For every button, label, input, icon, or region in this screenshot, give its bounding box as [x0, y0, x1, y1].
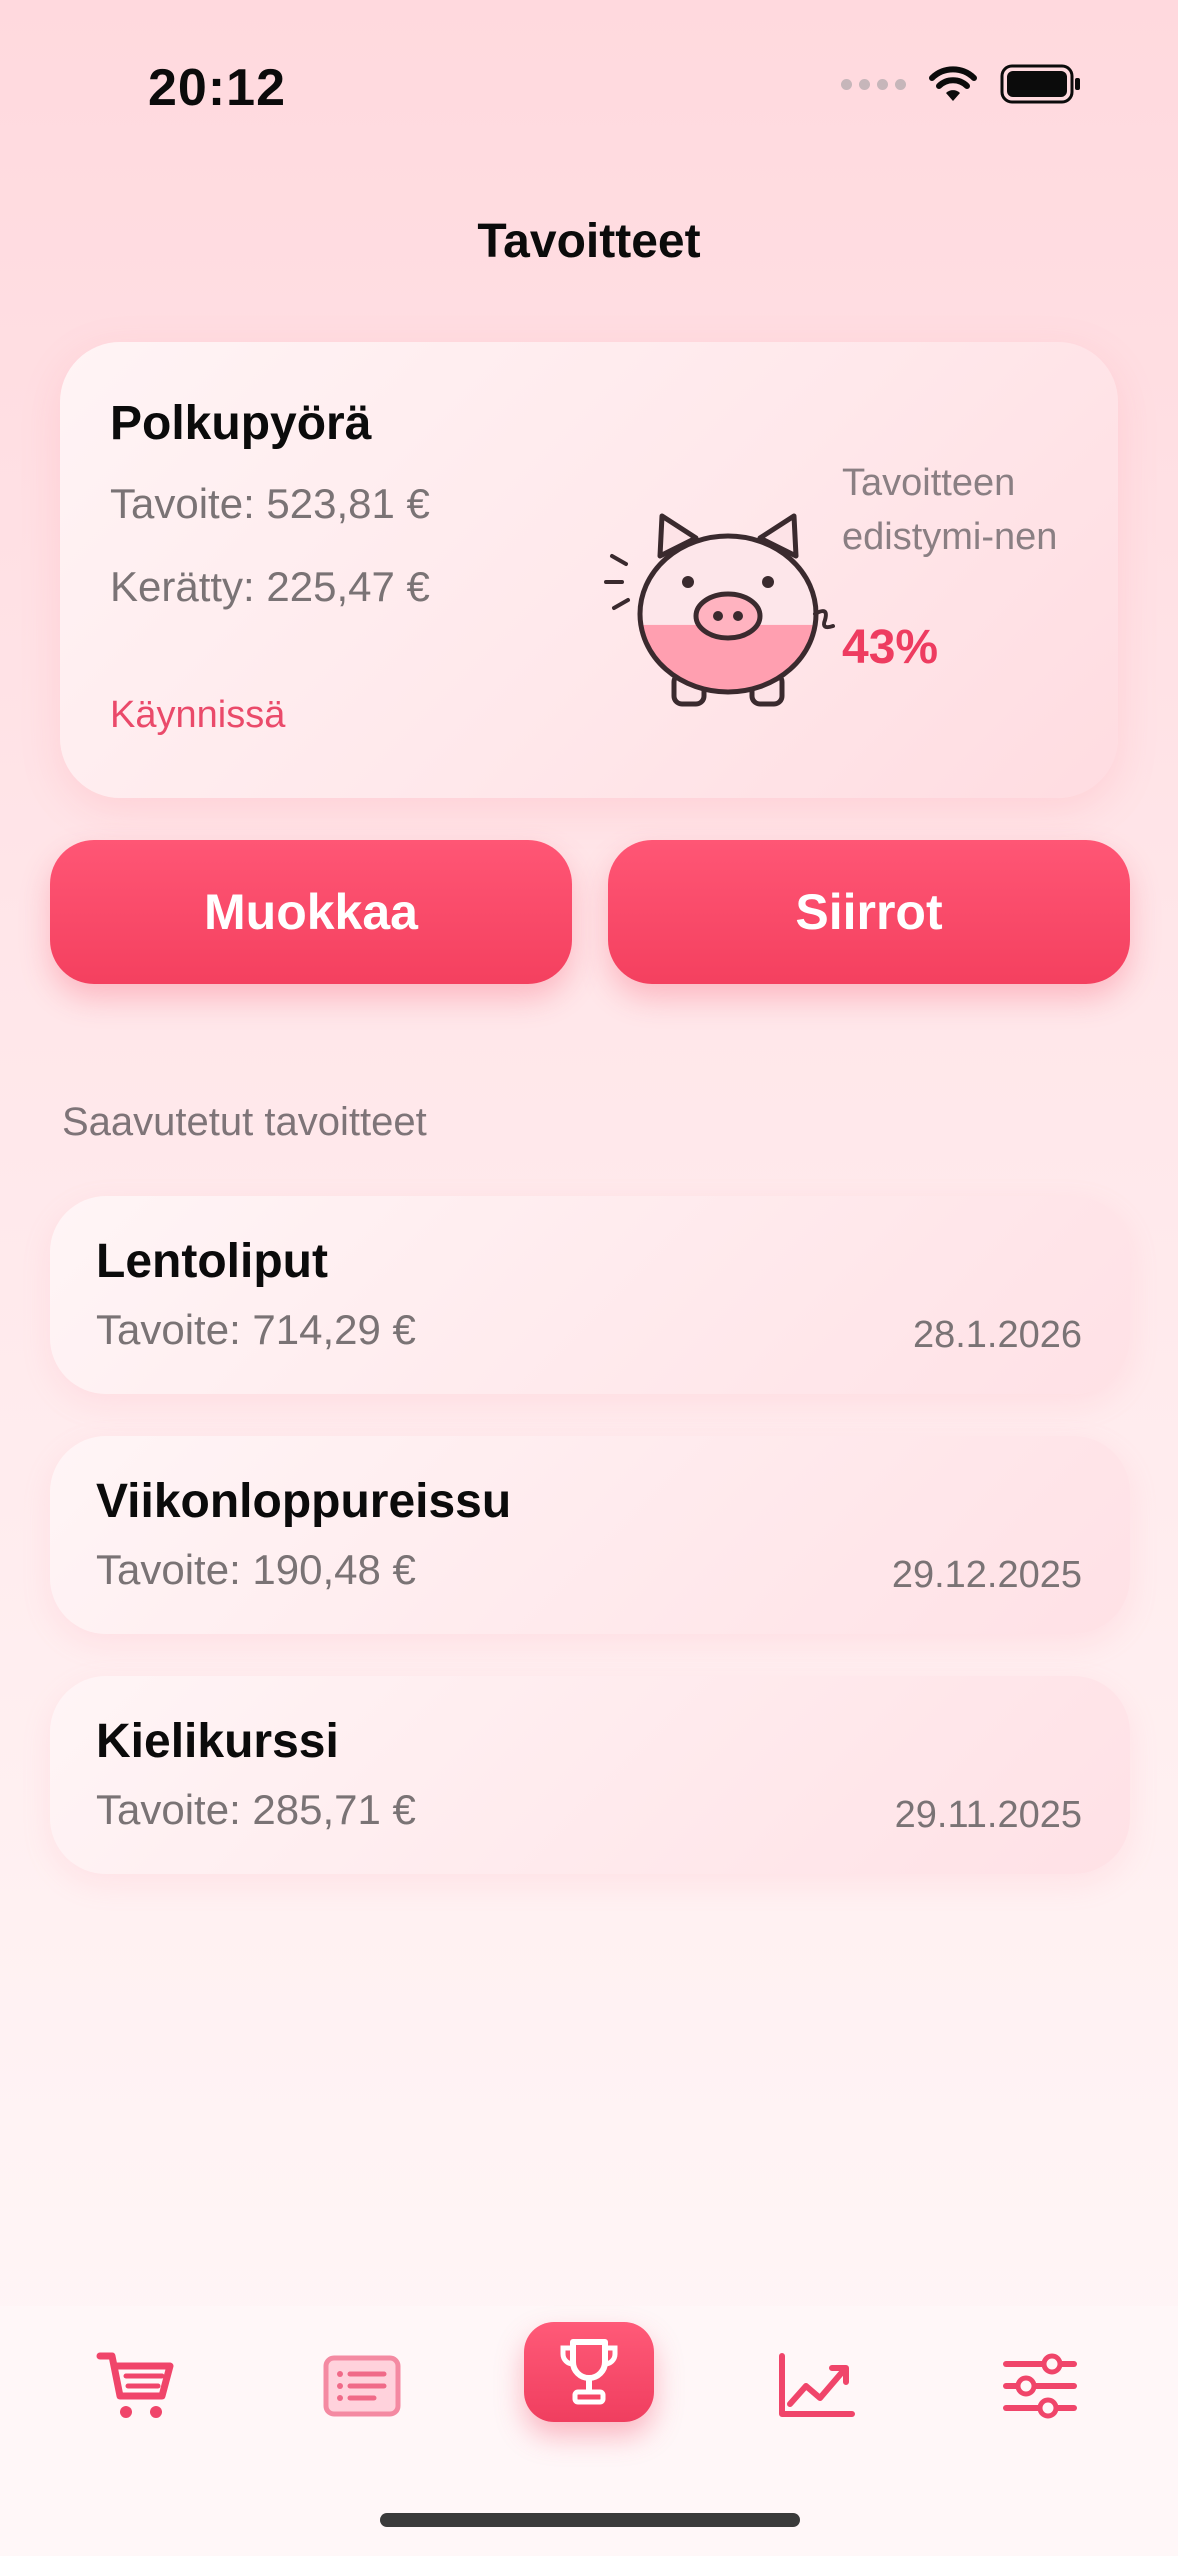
item-date: 29.12.2025	[891, 1554, 1082, 1596]
cellular-signal-icon	[841, 78, 906, 90]
battery-icon	[1000, 64, 1080, 104]
home-indicator	[380, 2513, 800, 2527]
tab-transactions[interactable]	[322, 2346, 402, 2426]
item-name: Kielikurssi	[96, 1715, 339, 1768]
tab-goals[interactable]	[524, 2322, 654, 2422]
chart-line-icon	[779, 2353, 855, 2417]
edit-button[interactable]: Muokkaa	[50, 840, 572, 984]
item-target: Tavoite: 285,71 €	[96, 1786, 416, 1833]
list-item[interactable]: Kielikurssi Tavoite: 285,71 € 29.11.2025	[50, 1676, 1130, 1874]
progress-value: 43%	[842, 621, 939, 674]
item-target: Tavoite: 190,48 €	[96, 1546, 416, 1593]
achieved-goals-title: Saavutetut tavoitteet	[62, 1100, 427, 1144]
piggy-bank-icon	[604, 513, 835, 707]
goal-name: Polkupyörä	[110, 397, 372, 450]
goal-status: Käynnissä	[110, 694, 286, 736]
cart-icon	[96, 2352, 174, 2418]
sliders-icon	[1003, 2353, 1077, 2419]
item-target: Tavoite: 714,29 €	[96, 1306, 416, 1353]
tab-settings[interactable]	[1000, 2346, 1080, 2426]
list-item[interactable]: Viikonloppureissu Tavoite: 190,48 € 29.1…	[50, 1436, 1130, 1634]
current-goal-card[interactable]: Polkupyörä Tavoite: 523,81 € Kerätty: 22…	[60, 342, 1118, 798]
page-title: Tavoitteet	[477, 215, 701, 268]
item-date: 29.11.2025	[894, 1794, 1082, 1836]
tab-statistics[interactable]	[776, 2346, 856, 2426]
item-date: 28.1.2026	[912, 1314, 1082, 1356]
status-time: 20:12	[148, 59, 286, 117]
list-item[interactable]: Lentoliput Tavoite: 714,29 € 28.1.2026	[50, 1196, 1130, 1394]
progress-label: Tavoitteen edistymi-nen	[842, 462, 1058, 558]
transfers-button[interactable]: Siirrot	[608, 840, 1130, 984]
wifi-icon	[929, 66, 977, 101]
status-indicators	[841, 64, 1082, 104]
item-name: Lentoliput	[96, 1235, 328, 1288]
trophy-icon	[560, 2339, 618, 2405]
goal-collected: Kerätty: 225,47 €	[110, 563, 430, 610]
tab-shopping[interactable]	[96, 2346, 176, 2426]
item-name: Viikonloppureissu	[96, 1475, 512, 1528]
list-icon	[323, 2355, 401, 2417]
goal-target: Tavoite: 523,81 €	[110, 480, 430, 527]
